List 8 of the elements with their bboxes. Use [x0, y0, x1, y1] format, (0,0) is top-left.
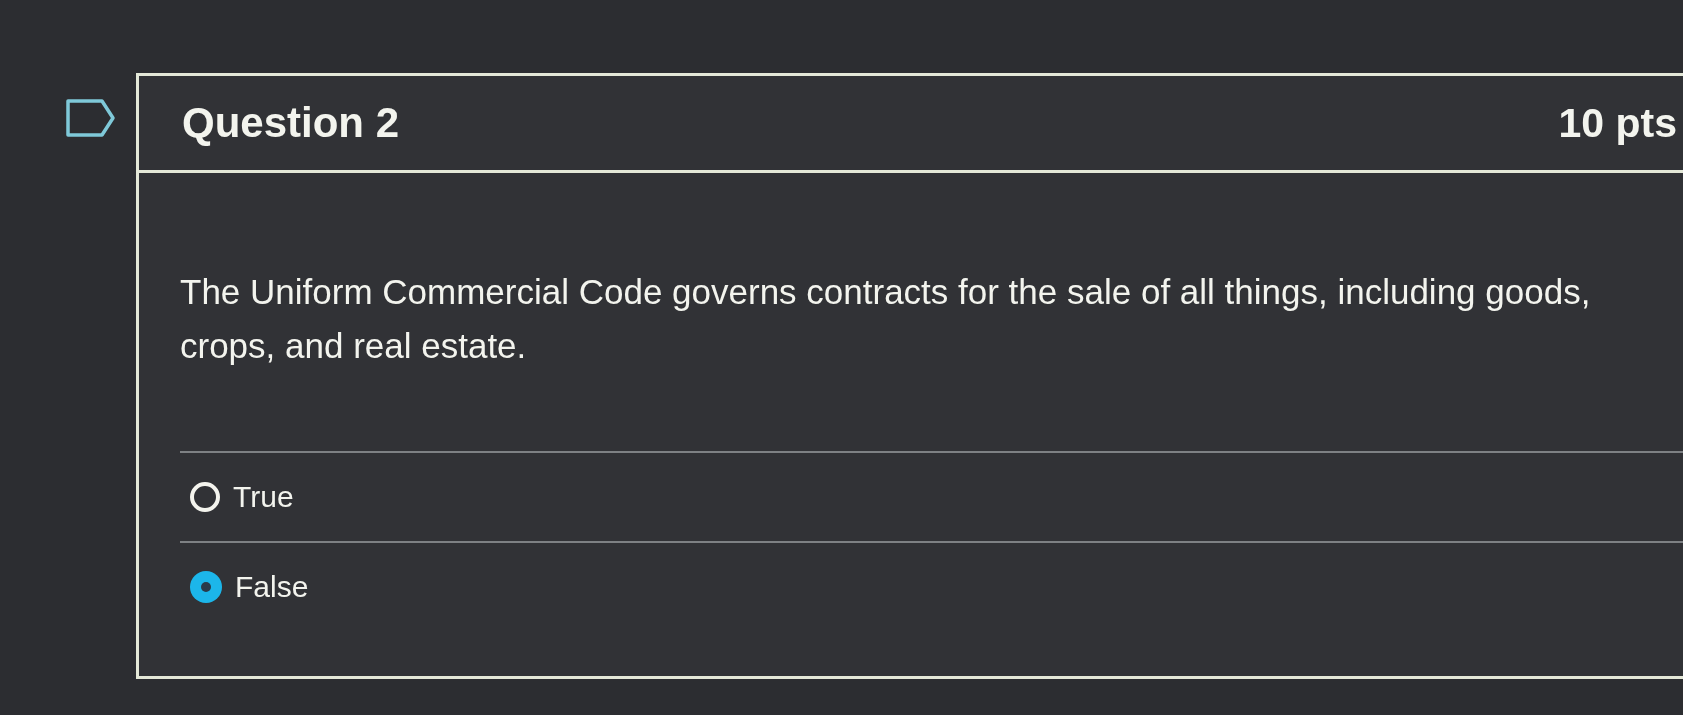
points-label: 10 pts: [1558, 102, 1677, 144]
flag-icon[interactable]: [66, 99, 116, 137]
question-title: Question 2: [182, 102, 400, 144]
radio-button[interactable]: [190, 482, 220, 512]
answer-label[interactable]: False: [235, 572, 309, 602]
answer-label[interactable]: True: [233, 482, 294, 512]
question-text: The Uniform Commercial Code governs contracts for the sale of all things, including goods, crops, and real estate.: [180, 271, 1592, 367]
radio-button[interactable]: [190, 571, 222, 603]
